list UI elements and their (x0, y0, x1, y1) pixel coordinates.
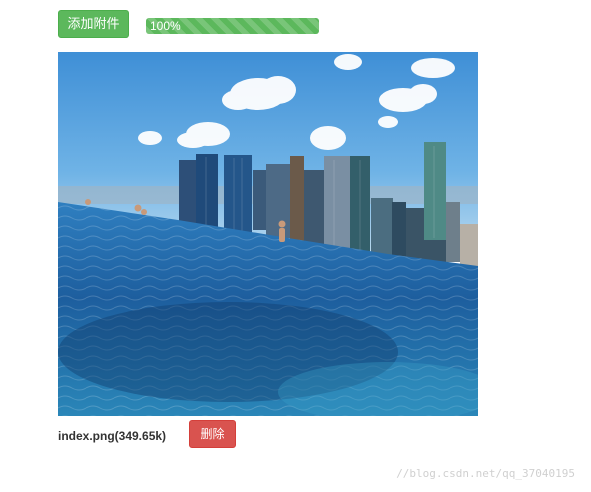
upload-progress-bar: 100% (146, 18, 319, 34)
image-preview (58, 52, 478, 416)
attachment-file-name: index.png(349.65k) (58, 429, 167, 443)
add-attachment-button[interactable]: 添加附件 (58, 10, 129, 38)
delete-attachment-button[interactable]: 删除 (189, 420, 236, 448)
upload-page: 添加附件 100% index.png(349.65k) 删除 //blog.c… (0, 0, 591, 492)
upload-progress-fill: 100% (146, 18, 319, 34)
watermark-text: //blog.csdn.net/qq_37040195 (396, 467, 575, 480)
